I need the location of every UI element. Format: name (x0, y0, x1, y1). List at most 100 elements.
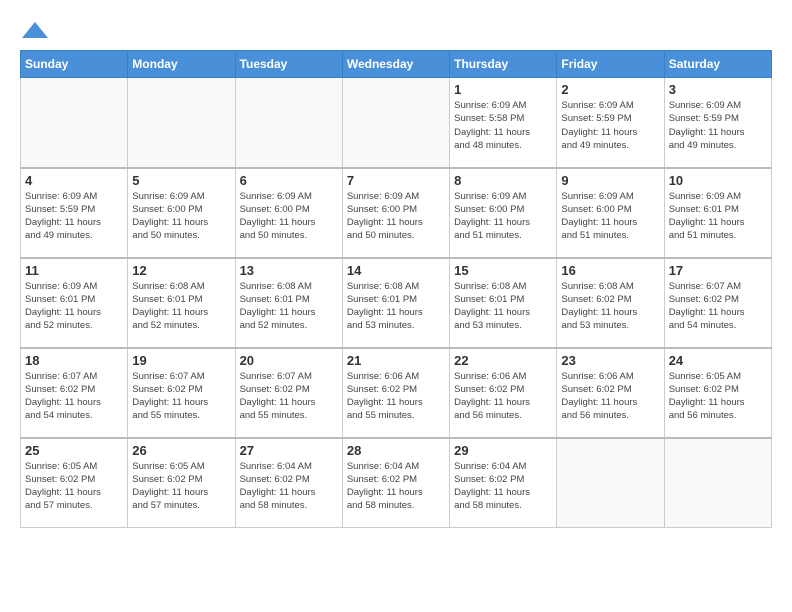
calendar-cell (128, 78, 235, 168)
calendar-cell: 6 Sunrise: 6:09 AM Sunset: 6:00 PM Daylig… (235, 168, 342, 258)
day-number: 26 (132, 443, 230, 458)
day-number: 22 (454, 353, 552, 368)
day-info: Sunrise: 6:09 AM Sunset: 5:59 PM Dayligh… (669, 99, 767, 152)
day-info: Sunrise: 6:08 AM Sunset: 6:01 PM Dayligh… (240, 280, 338, 333)
day-number: 2 (561, 82, 659, 97)
day-info: Sunrise: 6:06 AM Sunset: 6:02 PM Dayligh… (347, 370, 445, 423)
day-info: Sunrise: 6:06 AM Sunset: 6:02 PM Dayligh… (454, 370, 552, 423)
calendar-cell: 24 Sunrise: 6:05 AM Sunset: 6:02 PM Dayli… (664, 348, 771, 438)
day-number: 19 (132, 353, 230, 368)
day-of-week-header: Thursday (450, 51, 557, 78)
day-of-week-header: Saturday (664, 51, 771, 78)
day-number: 9 (561, 173, 659, 188)
day-info: Sunrise: 6:09 AM Sunset: 6:00 PM Dayligh… (454, 190, 552, 243)
day-of-week-header: Monday (128, 51, 235, 78)
calendar-cell (557, 438, 664, 528)
calendar-cell: 5Sunrise: 6:09 AM Sunset: 6:00 PM Daylig… (128, 168, 235, 258)
calendar-cell: 28 Sunrise: 6:04 AM Sunset: 6:02 PM Dayli… (342, 438, 449, 528)
day-of-week-header: Tuesday (235, 51, 342, 78)
day-number: 18 (25, 353, 123, 368)
day-info: Sunrise: 6:04 AM Sunset: 6:02 PM Dayligh… (240, 460, 338, 513)
day-number: 14 (347, 263, 445, 278)
calendar-cell: 21 Sunrise: 6:06 AM Sunset: 6:02 PM Dayli… (342, 348, 449, 438)
day-number: 4 (25, 173, 123, 188)
day-of-week-header: Friday (557, 51, 664, 78)
day-info: Sunrise: 6:09 AM Sunset: 6:00 PM Dayligh… (347, 190, 445, 243)
calendar-cell (342, 78, 449, 168)
day-number: 17 (669, 263, 767, 278)
day-info: Sunrise: 6:09 AM Sunset: 5:58 PM Dayligh… (454, 99, 552, 152)
calendar-cell: 15 Sunrise: 6:08 AM Sunset: 6:01 PM Dayli… (450, 258, 557, 348)
day-info: Sunrise: 6:07 AM Sunset: 6:02 PM Dayligh… (669, 280, 767, 333)
calendar-cell: 20 Sunrise: 6:07 AM Sunset: 6:02 PM Dayli… (235, 348, 342, 438)
calendar-cell: 16 Sunrise: 6:08 AM Sunset: 6:02 PM Dayli… (557, 258, 664, 348)
day-info: Sunrise: 6:08 AM Sunset: 6:01 PM Dayligh… (347, 280, 445, 333)
calendar-cell (235, 78, 342, 168)
calendar-cell: 8 Sunrise: 6:09 AM Sunset: 6:00 PM Daylig… (450, 168, 557, 258)
calendar-cell (664, 438, 771, 528)
calendar-cell: 17 Sunrise: 6:07 AM Sunset: 6:02 PM Dayli… (664, 258, 771, 348)
day-info: Sunrise: 6:08 AM Sunset: 6:01 PM Dayligh… (454, 280, 552, 333)
day-info: Sunrise: 6:07 AM Sunset: 6:02 PM Dayligh… (240, 370, 338, 423)
day-info: Sunrise: 6:05 AM Sunset: 6:02 PM Dayligh… (132, 460, 230, 513)
day-info: Sunrise: 6:05 AM Sunset: 6:02 PM Dayligh… (25, 460, 123, 513)
day-number: 6 (240, 173, 338, 188)
day-number: 15 (454, 263, 552, 278)
day-info: Sunrise: 6:09 AM Sunset: 6:00 PM Dayligh… (561, 190, 659, 243)
day-number: 24 (669, 353, 767, 368)
calendar-cell: 27 Sunrise: 6:04 AM Sunset: 6:02 PM Dayli… (235, 438, 342, 528)
day-number: 8 (454, 173, 552, 188)
calendar-cell: 7 Sunrise: 6:09 AM Sunset: 6:00 PM Daylig… (342, 168, 449, 258)
day-info: Sunrise: 6:09 AM Sunset: 5:59 PM Dayligh… (561, 99, 659, 152)
calendar-cell: 11 Sunrise: 6:09 AM Sunset: 6:01 PM Dayli… (21, 258, 128, 348)
day-info: Sunrise: 6:05 AM Sunset: 6:02 PM Dayligh… (669, 370, 767, 423)
calendar-cell: 10 Sunrise: 6:09 AM Sunset: 6:01 PM Dayli… (664, 168, 771, 258)
calendar-cell: 23 Sunrise: 6:06 AM Sunset: 6:02 PM Dayli… (557, 348, 664, 438)
day-number: 3 (669, 82, 767, 97)
day-info: Sunrise: 6:08 AM Sunset: 6:01 PM Dayligh… (132, 280, 230, 333)
day-number: 13 (240, 263, 338, 278)
day-info: Sunrise: 6:04 AM Sunset: 6:02 PM Dayligh… (347, 460, 445, 513)
calendar-cell: 4 Sunrise: 6:09 AM Sunset: 5:59 PM Daylig… (21, 168, 128, 258)
day-info: Sunrise: 6:09 AM Sunset: 6:01 PM Dayligh… (25, 280, 123, 333)
logo (20, 20, 54, 42)
day-number: 10 (669, 173, 767, 188)
day-number: 1 (454, 82, 552, 97)
calendar-table: SundayMondayTuesdayWednesdayThursdayFrid… (20, 50, 772, 528)
day-info: Sunrise: 6:06 AM Sunset: 6:02 PM Dayligh… (561, 370, 659, 423)
calendar-cell: 19 Sunrise: 6:07 AM Sunset: 6:02 PM Dayli… (128, 348, 235, 438)
day-info: Sunrise: 6:08 AM Sunset: 6:02 PM Dayligh… (561, 280, 659, 333)
day-info: Sunrise: 6:09 AM Sunset: 5:59 PM Dayligh… (25, 190, 123, 243)
calendar-cell: 2 Sunrise: 6:09 AM Sunset: 5:59 PM Daylig… (557, 78, 664, 168)
day-number: 7 (347, 173, 445, 188)
calendar-cell: 14 Sunrise: 6:08 AM Sunset: 6:01 PM Dayli… (342, 258, 449, 348)
day-number: 28 (347, 443, 445, 458)
calendar-cell: 13 Sunrise: 6:08 AM Sunset: 6:01 PM Dayli… (235, 258, 342, 348)
day-info: Sunrise: 6:09 AM Sunset: 6:00 PM Dayligh… (132, 190, 230, 243)
day-number: 12 (132, 263, 230, 278)
calendar-cell: 29 Sunrise: 6:04 AM Sunset: 6:02 PM Dayli… (450, 438, 557, 528)
logo-icon (20, 20, 50, 42)
day-info: Sunrise: 6:07 AM Sunset: 6:02 PM Dayligh… (25, 370, 123, 423)
day-number: 29 (454, 443, 552, 458)
day-info: Sunrise: 6:09 AM Sunset: 6:01 PM Dayligh… (669, 190, 767, 243)
day-of-week-header: Wednesday (342, 51, 449, 78)
day-of-week-header: Sunday (21, 51, 128, 78)
calendar-cell: 1 Sunrise: 6:09 AM Sunset: 5:58 PM Daylig… (450, 78, 557, 168)
day-number: 21 (347, 353, 445, 368)
day-info: Sunrise: 6:07 AM Sunset: 6:02 PM Dayligh… (132, 370, 230, 423)
day-info: Sunrise: 6:04 AM Sunset: 6:02 PM Dayligh… (454, 460, 552, 513)
day-number: 11 (25, 263, 123, 278)
calendar-cell: 12 Sunrise: 6:08 AM Sunset: 6:01 PM Dayli… (128, 258, 235, 348)
calendar-cell: 9 Sunrise: 6:09 AM Sunset: 6:00 PM Daylig… (557, 168, 664, 258)
calendar-cell (21, 78, 128, 168)
day-info: Sunrise: 6:09 AM Sunset: 6:00 PM Dayligh… (240, 190, 338, 243)
page-header (20, 20, 772, 42)
day-number: 16 (561, 263, 659, 278)
day-number: 20 (240, 353, 338, 368)
day-number: 23 (561, 353, 659, 368)
day-number: 27 (240, 443, 338, 458)
calendar-cell: 3 Sunrise: 6:09 AM Sunset: 5:59 PM Daylig… (664, 78, 771, 168)
calendar-cell: 26 Sunrise: 6:05 AM Sunset: 6:02 PM Dayli… (128, 438, 235, 528)
calendar-cell: 18 Sunrise: 6:07 AM Sunset: 6:02 PM Dayli… (21, 348, 128, 438)
